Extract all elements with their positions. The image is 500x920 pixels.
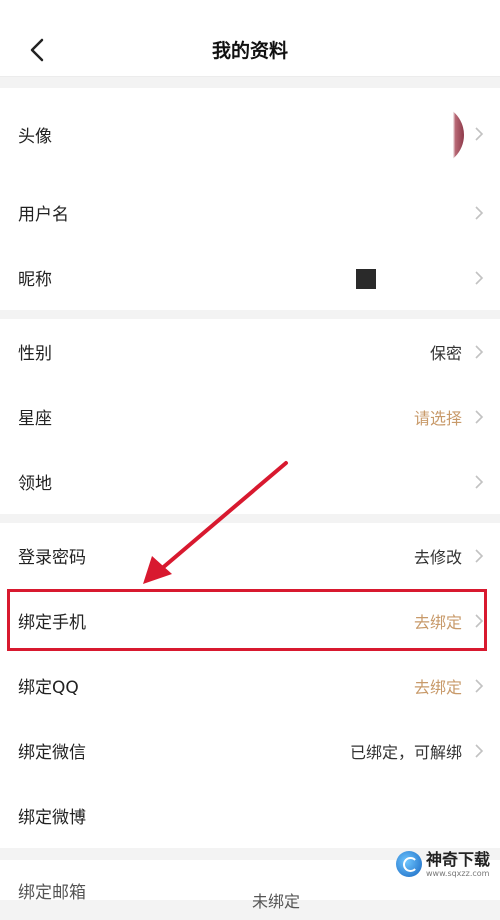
bind-weibo-row[interactable]: 绑定微博 (0, 783, 500, 848)
gender-label: 性别 (18, 344, 52, 364)
password-action: 去修改 (413, 547, 462, 567)
bind-wechat-label: 绑定微信 (18, 743, 86, 763)
watermark-title: 神奇下载 (426, 849, 491, 869)
details-group: 性别 保密 星座 请选择 领地 (0, 319, 500, 514)
watermark-logo-icon (396, 851, 422, 877)
password-label: 登录密码 (18, 548, 86, 568)
nickname-row[interactable]: 昵称 (0, 245, 500, 310)
chevron-right-icon (474, 743, 484, 759)
profile-group: 头像 用户名 昵称 (0, 88, 500, 310)
password-row[interactable]: 登录密码 去修改 (0, 523, 500, 588)
bind-qq-action: 去绑定 (413, 677, 462, 697)
nickname-label: 昵称 (18, 270, 52, 290)
chevron-right-icon (474, 270, 484, 286)
bind-qq-label: 绑定QQ (18, 678, 79, 698)
page-title: 我的资料 (211, 40, 288, 62)
bind-email-label: 绑定邮箱 (18, 882, 86, 903)
avatar (402, 104, 464, 166)
zodiac-value: 请选择 (413, 408, 462, 428)
territory-row[interactable]: 领地 (0, 449, 500, 514)
bind-wechat-row[interactable]: 绑定微信 已绑定，可解绑 (0, 718, 500, 783)
bind-phone-action: 去绑定 (413, 612, 462, 632)
bind-wechat-value: 已绑定，可解绑 (349, 742, 462, 762)
bind-email-value: 未绑定 (251, 892, 300, 911)
chevron-right-icon (474, 409, 484, 425)
chevron-right-icon (474, 613, 484, 629)
chevron-right-icon (474, 548, 484, 564)
chevron-right-icon (474, 126, 484, 142)
chevron-right-icon (474, 678, 484, 694)
top-bar: 我的资料 (0, 0, 500, 77)
bind-phone-row[interactable]: 绑定手机 去绑定 (0, 588, 500, 653)
bind-qq-row[interactable]: 绑定QQ 去绑定 (0, 653, 500, 718)
account-group: 登录密码 去修改 绑定手机 去绑定 绑定QQ 去绑定 绑定微信 已绑定，可解绑 … (0, 523, 500, 848)
chevron-right-icon (474, 205, 484, 221)
zodiac-row[interactable]: 星座 请选择 (0, 384, 500, 449)
chevron-right-icon (474, 474, 484, 490)
zodiac-label: 星座 (18, 409, 52, 429)
avatar-label: 头像 (18, 126, 52, 147)
avatar-row[interactable]: 头像 (0, 88, 500, 180)
username-row[interactable]: 用户名 (0, 180, 500, 245)
gender-value: 保密 (429, 343, 462, 363)
bind-phone-label: 绑定手机 (18, 613, 86, 633)
chevron-right-icon (474, 344, 484, 360)
gender-row[interactable]: 性别 保密 (0, 319, 500, 384)
territory-label: 领地 (18, 474, 52, 494)
nickname-value-block (356, 269, 376, 289)
username-label: 用户名 (18, 205, 69, 225)
bind-weibo-label: 绑定微博 (18, 808, 86, 828)
watermark-url: www.sqxzz.com (426, 868, 490, 878)
watermark: 神奇下载 www.sqxzz.com (396, 848, 490, 880)
